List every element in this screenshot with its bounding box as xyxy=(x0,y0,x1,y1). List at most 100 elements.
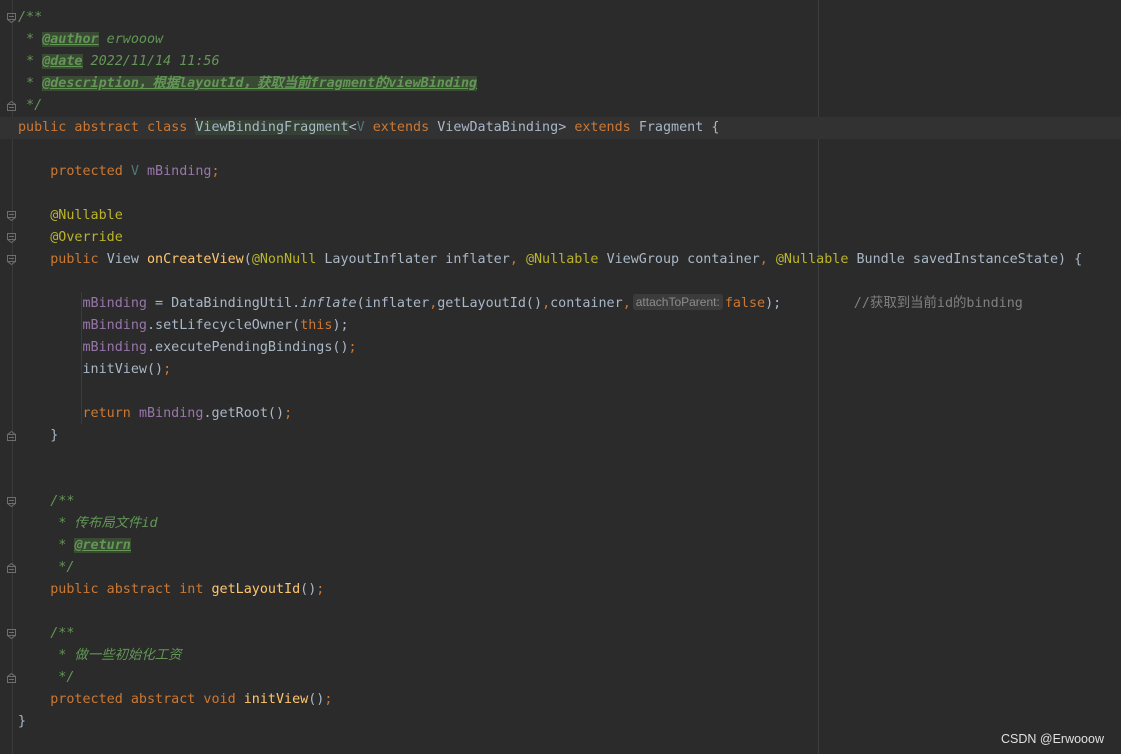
code-token: = DataBindingUtil. xyxy=(147,296,301,311)
code-token: @author xyxy=(42,32,99,47)
fold-open-icon[interactable] xyxy=(7,629,16,639)
code-line[interactable] xyxy=(0,139,1121,161)
fold-close-icon[interactable] xyxy=(7,431,16,441)
code-line[interactable]: * 做一些初始化工资 xyxy=(0,645,1121,667)
code-token: Fragment { xyxy=(638,120,720,135)
code-line[interactable]: */ xyxy=(0,667,1121,689)
fold-close-icon[interactable] xyxy=(7,673,16,683)
code-line[interactable]: @Override xyxy=(0,227,1121,249)
code-line[interactable]: @Nullable xyxy=(0,205,1121,227)
code-token: ; xyxy=(163,362,172,377)
code-token: extends xyxy=(574,120,639,135)
code-token: * xyxy=(18,32,43,47)
code-token: inflate xyxy=(300,296,357,311)
code-token: .setLifecycleOwner( xyxy=(147,318,301,333)
code-token: erwooow xyxy=(98,32,164,47)
code-token: this xyxy=(300,318,333,333)
code-token: * xyxy=(18,76,43,91)
code-line[interactable] xyxy=(0,601,1121,623)
fold-close-icon[interactable] xyxy=(7,101,16,111)
code-token: .executePendingBindings() xyxy=(147,340,349,355)
code-token: mBinding xyxy=(82,340,148,355)
code-line[interactable]: } xyxy=(0,425,1121,447)
code-line[interactable]: * @author erwooow xyxy=(0,29,1121,51)
code-token: public abstract int xyxy=(18,582,212,597)
code-token: ; xyxy=(211,164,220,179)
code-token: ; xyxy=(284,406,293,421)
code-token: /** xyxy=(18,626,75,641)
code-line[interactable]: } xyxy=(0,711,1121,733)
code-token: (inflater xyxy=(356,296,430,311)
code-token: protected abstract void xyxy=(18,692,244,707)
code-token: mBinding xyxy=(82,296,148,311)
code-line[interactable]: */ xyxy=(0,95,1121,117)
parameter-hint: attachToParent: xyxy=(632,294,723,310)
code-line[interactable]: mBinding = DataBindingUtil.inflate(infla… xyxy=(0,293,1121,315)
code-token: getLayoutId() xyxy=(437,296,543,311)
code-token: @date xyxy=(42,54,83,69)
code-token: return xyxy=(18,406,139,421)
code-line[interactable] xyxy=(0,183,1121,205)
code-line[interactable]: initView(); xyxy=(0,359,1121,381)
code-token: extends xyxy=(364,120,438,135)
code-line[interactable]: * @return xyxy=(0,535,1121,557)
code-line[interactable]: public abstract class ViewBindingFragmen… xyxy=(0,117,1121,139)
code-token: initView xyxy=(243,692,309,707)
code-token: ; xyxy=(316,582,325,597)
code-token: ; xyxy=(324,692,333,707)
code-line[interactable]: * @description，根据layoutId，获取当前fragment的v… xyxy=(0,73,1121,95)
code-token: */ xyxy=(18,670,75,685)
fold-open-icon[interactable] xyxy=(7,255,16,265)
code-line[interactable]: * @date 2022/11/14 11:56 xyxy=(0,51,1121,73)
code-token: > xyxy=(558,120,575,135)
fold-open-icon[interactable] xyxy=(7,233,16,243)
code-line[interactable]: mBinding.executePendingBindings(); xyxy=(0,337,1121,359)
code-token: } xyxy=(18,428,59,443)
code-line[interactable]: return mBinding.getRoot(); xyxy=(0,403,1121,425)
code-line[interactable] xyxy=(0,469,1121,491)
code-token: * 传布局文件id xyxy=(18,516,158,531)
code-line[interactable]: protected abstract void initView(); xyxy=(0,689,1121,711)
code-token: */ xyxy=(18,98,43,113)
code-line[interactable]: protected V mBinding; xyxy=(0,161,1121,183)
code-token: */ xyxy=(18,560,75,575)
fold-open-icon[interactable] xyxy=(7,211,16,221)
code-token: } xyxy=(18,714,27,729)
code-token: ( xyxy=(243,252,252,267)
fold-close-icon[interactable] xyxy=(7,563,16,573)
code-line[interactable] xyxy=(0,271,1121,293)
code-token: public xyxy=(18,252,107,267)
code-line[interactable]: mBinding.setLifecycleOwner(this); xyxy=(0,315,1121,337)
code-line[interactable]: /** xyxy=(0,491,1121,513)
fold-open-icon[interactable] xyxy=(7,497,16,507)
watermark: CSDN @Erwooow xyxy=(1001,732,1104,746)
code-token: @Override xyxy=(18,230,123,245)
code-line[interactable]: * 传布局文件id xyxy=(0,513,1121,535)
code-token: onCreateView xyxy=(147,252,244,267)
code-token: public abstract class xyxy=(18,120,196,135)
code-token: ViewDataBinding xyxy=(437,120,559,135)
code-token: @return xyxy=(74,538,131,553)
code-token: mBinding xyxy=(147,164,212,179)
code-line[interactable]: */ xyxy=(0,557,1121,579)
code-token: mBinding xyxy=(82,318,148,333)
code-token: @NonNull xyxy=(251,252,325,267)
code-token: V xyxy=(130,164,147,179)
code-token: * 做一些初始化工资 xyxy=(18,648,182,663)
code-token: ViewGroup container xyxy=(606,252,760,267)
code-line[interactable]: public abstract int getLayoutId(); xyxy=(0,579,1121,601)
code-token: () xyxy=(300,582,317,597)
code-token: mBinding xyxy=(138,406,204,421)
code-line[interactable]: public View onCreateView(@NonNull Layout… xyxy=(0,249,1121,271)
code-token: /** xyxy=(18,494,75,509)
code-line[interactable]: /** xyxy=(0,7,1121,29)
fold-open-icon[interactable] xyxy=(7,13,16,23)
code-editor[interactable]: /** * @author erwooow * @date 2022/11/14… xyxy=(0,7,1121,733)
code-token: , xyxy=(542,296,551,311)
code-line[interactable]: /** xyxy=(0,623,1121,645)
code-line[interactable] xyxy=(0,381,1121,403)
code-line[interactable] xyxy=(0,447,1121,469)
